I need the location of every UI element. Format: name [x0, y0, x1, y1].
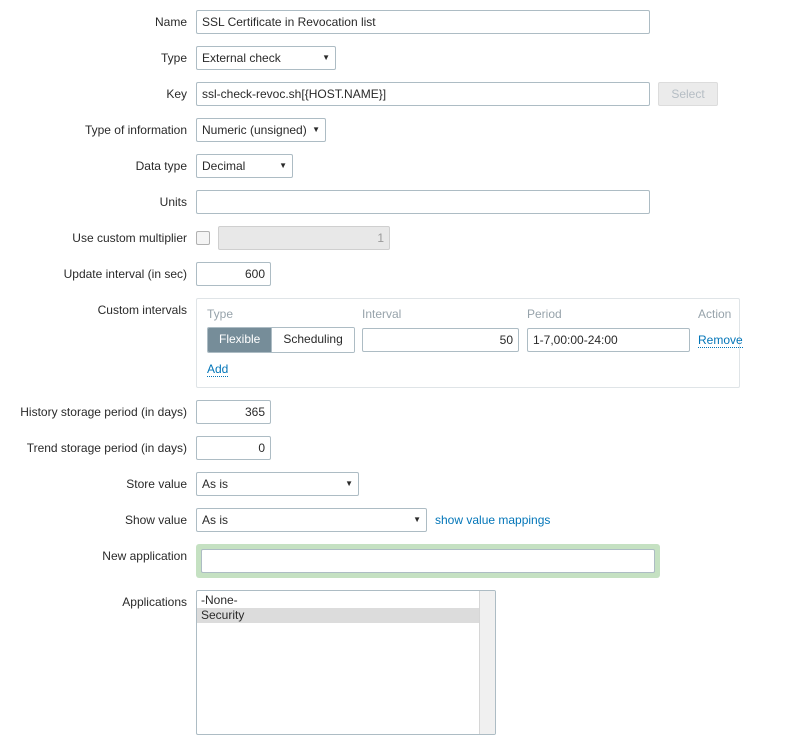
custom-intervals-header: Type Interval Period Action: [207, 307, 729, 327]
custom-intervals-add-cell: Add: [207, 353, 729, 377]
new-application-input[interactable]: [201, 549, 655, 573]
applications-options: -None- Security: [197, 591, 495, 623]
field-history-storage: [196, 400, 271, 424]
form-row-custom-multiplier: Use custom multiplier: [0, 226, 809, 250]
chevron-down-icon: ▼: [322, 54, 330, 62]
store-value-value: As is: [202, 477, 228, 491]
label-custom-intervals: Custom intervals: [0, 298, 196, 322]
form-row-type-of-information: Type of information Numeric (unsigned) ▼: [0, 118, 809, 142]
field-type-of-information: Numeric (unsigned) ▼: [196, 118, 326, 142]
field-new-application: [196, 544, 660, 578]
applications-listbox[interactable]: -None- Security: [196, 590, 496, 735]
field-custom-multiplier: [196, 226, 390, 250]
field-show-value: As is ▼ show value mappings: [196, 508, 550, 532]
field-key: Select: [196, 82, 718, 106]
label-units: Units: [0, 190, 196, 214]
label-show-value: Show value: [0, 508, 196, 532]
show-value-mappings-link[interactable]: show value mappings: [435, 508, 550, 532]
data-type-select[interactable]: Decimal ▼: [196, 154, 293, 178]
label-key: Key: [0, 82, 196, 106]
form-row-units: Units: [0, 190, 809, 214]
data-type-value: Decimal: [202, 159, 245, 173]
field-units: [196, 190, 650, 214]
toggle-option-flexible[interactable]: Flexible: [208, 328, 271, 352]
interval-input[interactable]: [362, 328, 519, 352]
form-row-new-application: New application: [0, 544, 809, 578]
units-input[interactable]: [196, 190, 650, 214]
item-configuration-form: Name Type External check ▼ Key Select Ty…: [0, 0, 809, 735]
interval-action-cell: Remove: [698, 333, 758, 348]
interval-type-toggle-cell: Flexible Scheduling: [207, 327, 362, 353]
type-select[interactable]: External check ▼: [196, 46, 336, 70]
show-value-select[interactable]: As is ▼: [196, 508, 427, 532]
header-period: Period: [527, 307, 698, 321]
form-row-trend-storage: Trend storage period (in days): [0, 436, 809, 460]
key-select-button: Select: [658, 82, 718, 106]
label-type: Type: [0, 46, 196, 70]
form-row-key: Key Select: [0, 82, 809, 106]
history-storage-input[interactable]: [196, 400, 271, 424]
interval-value-cell: [362, 328, 527, 352]
applications-scrollbar[interactable]: [479, 591, 495, 734]
interval-period-cell: [527, 328, 698, 352]
chevron-down-icon: ▼: [413, 516, 421, 524]
form-row-show-value: Show value As is ▼ show value mappings: [0, 508, 809, 532]
label-data-type: Data type: [0, 154, 196, 178]
type-of-information-value: Numeric (unsigned): [202, 123, 307, 137]
label-name: Name: [0, 10, 196, 34]
form-row-type: Type External check ▼: [0, 46, 809, 70]
form-row-name: Name: [0, 10, 809, 34]
trend-storage-input[interactable]: [196, 436, 271, 460]
new-application-focus-ring: [196, 544, 660, 578]
label-store-value: Store value: [0, 472, 196, 496]
header-action: Action: [698, 307, 758, 321]
custom-multiplier-checkbox[interactable]: [196, 231, 210, 245]
toggle-option-scheduling[interactable]: Scheduling: [271, 328, 353, 352]
field-applications: -None- Security: [196, 590, 496, 735]
field-name: [196, 10, 650, 34]
field-store-value: As is ▼: [196, 472, 359, 496]
list-item[interactable]: -None-: [197, 593, 495, 608]
remove-interval-link[interactable]: Remove: [698, 333, 743, 348]
update-interval-input[interactable]: [196, 262, 271, 286]
type-select-value: External check: [202, 51, 281, 65]
key-input[interactable]: [196, 82, 650, 106]
header-type: Type: [207, 307, 362, 321]
interval-type-toggle[interactable]: Flexible Scheduling: [207, 327, 355, 353]
form-row-data-type: Data type Decimal ▼: [0, 154, 809, 178]
custom-multiplier-input: [218, 226, 390, 250]
field-update-interval: [196, 262, 271, 286]
add-interval-link[interactable]: Add: [207, 362, 228, 377]
store-value-select[interactable]: As is ▼: [196, 472, 359, 496]
form-row-applications: Applications -None- Security: [0, 590, 809, 735]
custom-interval-row: Flexible Scheduling Remove: [207, 327, 729, 353]
form-row-history-storage: History storage period (in days): [0, 400, 809, 424]
field-trend-storage: [196, 436, 271, 460]
label-history-storage: History storage period (in days): [0, 400, 196, 424]
label-custom-multiplier: Use custom multiplier: [0, 226, 196, 250]
name-input[interactable]: [196, 10, 650, 34]
form-row-store-value: Store value As is ▼: [0, 472, 809, 496]
chevron-down-icon: ▼: [312, 126, 320, 134]
chevron-down-icon: ▼: [345, 480, 353, 488]
type-of-information-select[interactable]: Numeric (unsigned) ▼: [196, 118, 326, 142]
list-item[interactable]: Security: [197, 608, 495, 623]
form-row-custom-intervals: Custom intervals Type Interval Period Ac…: [0, 298, 809, 388]
label-update-interval: Update interval (in sec): [0, 262, 196, 286]
label-type-of-information: Type of information: [0, 118, 196, 142]
field-data-type: Decimal ▼: [196, 154, 293, 178]
header-interval: Interval: [362, 307, 527, 321]
form-row-update-interval: Update interval (in sec): [0, 262, 809, 286]
label-trend-storage: Trend storage period (in days): [0, 436, 196, 460]
label-applications: Applications: [0, 590, 196, 614]
field-type: External check ▼: [196, 46, 336, 70]
period-input[interactable]: [527, 328, 690, 352]
chevron-down-icon: ▼: [279, 162, 287, 170]
field-custom-intervals: Type Interval Period Action Flexible Sch…: [196, 298, 740, 388]
show-value-value: As is: [202, 513, 228, 527]
label-new-application: New application: [0, 544, 196, 568]
custom-intervals-box: Type Interval Period Action Flexible Sch…: [196, 298, 740, 388]
